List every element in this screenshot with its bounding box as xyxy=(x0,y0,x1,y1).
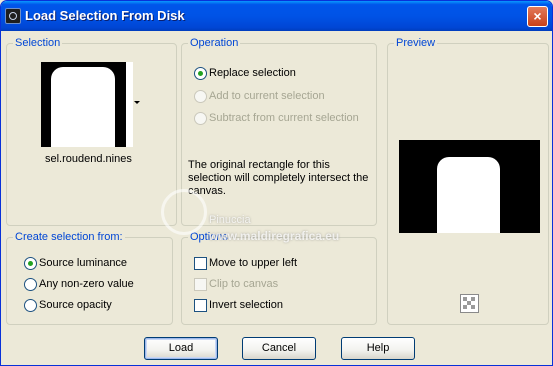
radio-source-opacity-label[interactable]: Source opacity xyxy=(39,299,112,311)
help-button[interactable]: Help xyxy=(341,337,415,360)
watermark-site: www.maldiregrafica.eu xyxy=(209,229,340,243)
radio-subtract-selection[interactable] xyxy=(194,112,207,125)
radio-any-nonzero-label[interactable]: Any non-zero value xyxy=(39,278,134,290)
load-button[interactable]: Load xyxy=(144,337,218,360)
create-from-legend: Create selection from: xyxy=(13,231,125,243)
radio-add-label[interactable]: Add to current selection xyxy=(209,90,325,102)
watermark-name: Pinuccia xyxy=(209,214,251,226)
checkbox-invert-selection-label[interactable]: Invert selection xyxy=(209,299,283,311)
title-bar[interactable]: Load Selection From Disk × xyxy=(1,1,552,31)
selection-thumbnail[interactable] xyxy=(41,62,133,147)
checkbox-move-upper-left[interactable] xyxy=(194,257,207,270)
selection-filename: sel.roudend.nines xyxy=(45,153,132,165)
dialog-window: Load Selection From Disk × Selection sel… xyxy=(0,0,553,366)
operation-info-text: The original rectangle for this selectio… xyxy=(188,159,369,197)
close-button[interactable]: × xyxy=(527,6,548,27)
window-title: Load Selection From Disk xyxy=(25,8,185,23)
preview-legend: Preview xyxy=(394,37,438,49)
preview-image xyxy=(399,140,540,233)
radio-source-luminance-label[interactable]: Source luminance xyxy=(39,257,127,269)
checkbox-clip-canvas[interactable] xyxy=(194,278,207,291)
proof-checker-icon[interactable] xyxy=(460,294,479,313)
radio-source-opacity[interactable] xyxy=(24,299,37,312)
checkbox-invert-selection[interactable] xyxy=(194,299,207,312)
operation-legend: Operation xyxy=(188,37,241,49)
selection-legend: Selection xyxy=(13,37,63,49)
radio-source-luminance[interactable] xyxy=(24,257,37,270)
cancel-button[interactable]: Cancel xyxy=(242,337,316,360)
watermark-logo xyxy=(161,189,207,235)
radio-any-nonzero[interactable] xyxy=(24,278,37,291)
radio-replace-selection[interactable] xyxy=(194,67,207,80)
app-icon xyxy=(5,8,21,24)
radio-add-selection[interactable] xyxy=(194,90,207,103)
radio-subtract-label[interactable]: Subtract from current selection xyxy=(209,112,359,124)
chevron-down-icon[interactable] xyxy=(134,101,140,104)
radio-replace-label[interactable]: Replace selection xyxy=(209,67,296,79)
checkbox-move-upper-left-label[interactable]: Move to upper left xyxy=(209,257,297,269)
checkbox-clip-canvas-label[interactable]: Clip to canvas xyxy=(209,278,278,290)
